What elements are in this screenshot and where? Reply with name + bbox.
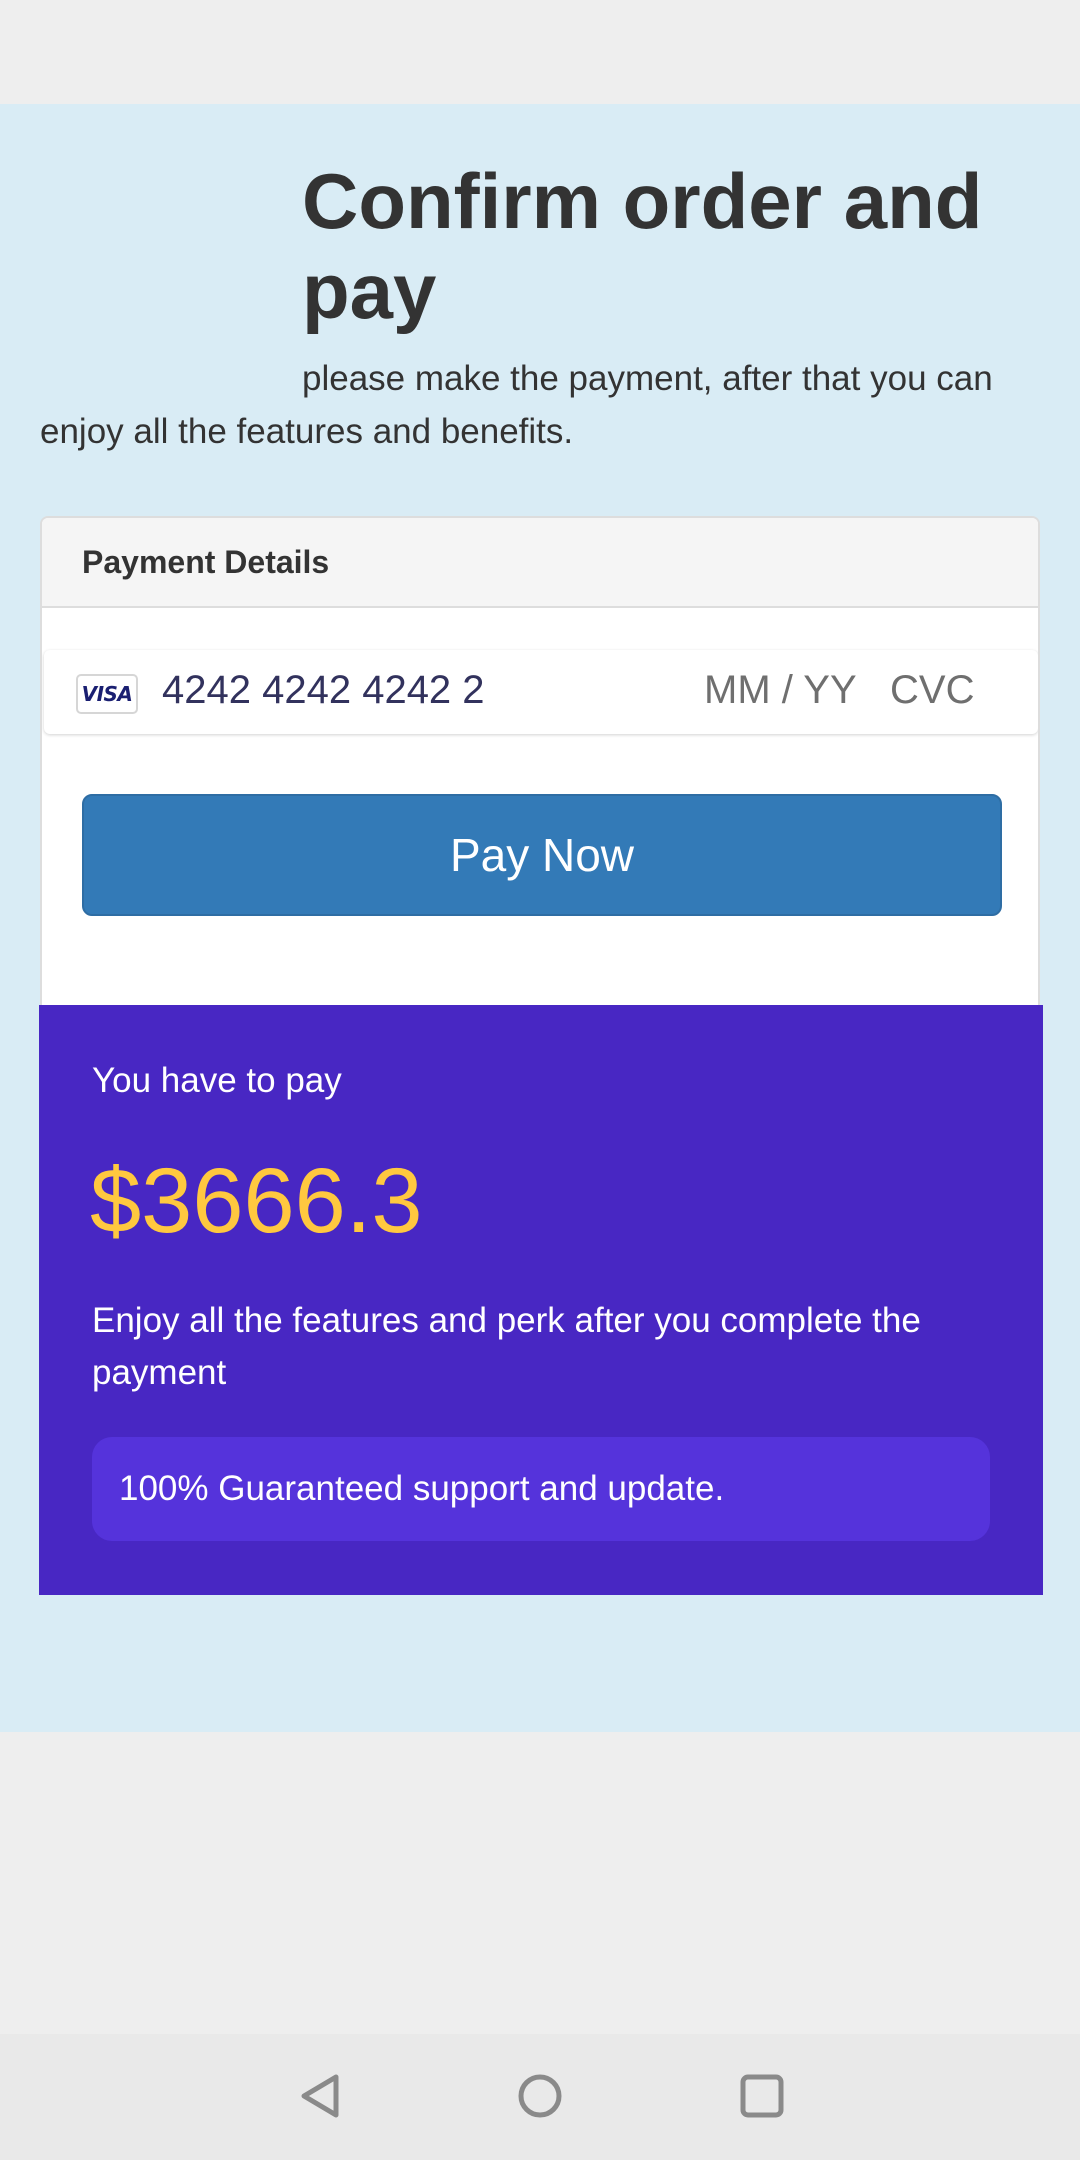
card-input-field[interactable]: VISA	[44, 650, 1038, 734]
summary-note: Enjoy all the features and perk after yo…	[92, 1301, 921, 1392]
recents-square-icon[interactable]	[722, 2056, 802, 2136]
home-circle-icon[interactable]	[500, 2056, 580, 2136]
payment-summary: You have to pay $3666.3 Enjoy all the fe…	[39, 1005, 1043, 1595]
status-bar	[0, 0, 1080, 104]
page-title: Confirm order and pay	[302, 157, 983, 335]
card-number-input[interactable]	[162, 660, 682, 720]
payment-details-heading: Payment Details	[42, 518, 1038, 608]
pay-now-button[interactable]: Pay Now	[82, 794, 1002, 916]
checkout-page: Confirm order and pay please make the pa…	[0, 104, 1080, 1732]
payment-details-panel: Payment Details VISA Pay Now	[40, 516, 1040, 1054]
guarantee-badge: 100% Guaranteed support and update.	[92, 1437, 990, 1541]
system-navigation-bar	[0, 2034, 1080, 2160]
intro-text: please make the payment, after that you …	[40, 359, 993, 451]
amount-due: $3666.3	[90, 1150, 423, 1252]
card-expiry-input[interactable]	[704, 660, 874, 720]
back-triangle-icon[interactable]	[280, 2056, 360, 2136]
amount-label: You have to pay	[92, 1061, 342, 1100]
visa-card-icon: VISA	[76, 674, 138, 714]
card-cvc-input[interactable]	[890, 660, 1000, 720]
